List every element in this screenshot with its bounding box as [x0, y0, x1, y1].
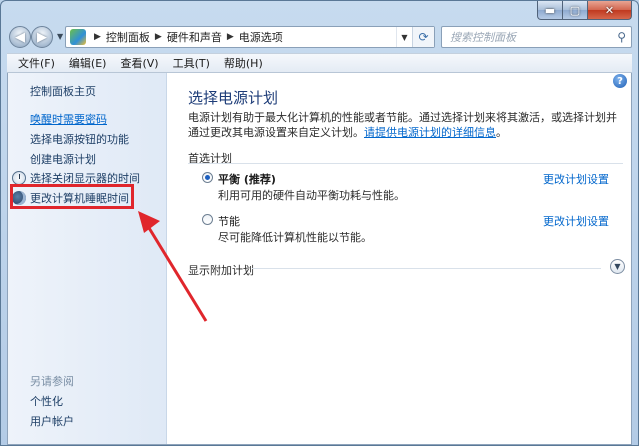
breadcrumb-chevron-icon[interactable]: ▶ — [94, 32, 101, 42]
power-button-function-link[interactable]: 选择电源按钮的功能 — [30, 131, 129, 147]
sidebar: 控制面板主页 唤醒时需要密码 选择电源按钮的功能 创建电源计划 选择关闭显示器的… — [8, 73, 167, 444]
balanced-plan-name: 平衡 (推荐) — [218, 173, 276, 186]
additional-plans-divider — [252, 268, 601, 269]
menu-help[interactable]: 帮助(H) — [217, 55, 270, 71]
power-saver-radio[interactable] — [202, 214, 213, 225]
balanced-change-settings-link[interactable]: 更改计划设置 — [543, 171, 609, 187]
back-arrow-icon: ◀ — [15, 29, 25, 45]
control-panel-window: ▬ ▢ ✕ ◀ ▶ ▼ ▶ 控制面板 ▶ 硬件和声音 ▶ 电源选项 ▼ ⟳ 搜索… — [0, 0, 639, 446]
power-saver-plan-desc: 尽可能降低计算机性能以节能。 — [218, 231, 372, 244]
page-description: 电源计划有助于最大化计算机的性能或者节能。通过选择计划来将其激活，或选择计划并通… — [188, 110, 618, 140]
back-button[interactable]: ◀ — [9, 26, 31, 48]
menu-view[interactable]: 查看(V) — [113, 55, 165, 71]
breadcrumb-power-options[interactable]: 电源选项 — [239, 29, 283, 45]
search-input[interactable]: 搜索控制面板 ⚲ — [441, 26, 632, 48]
recent-pages-dropdown-icon[interactable]: ▼ — [57, 32, 63, 41]
show-additional-plans[interactable]: 显示附加计划 — [188, 262, 254, 278]
power-saver-plan-name: 节能 — [218, 215, 240, 228]
caption-buttons: ▬ ▢ ✕ — [537, 1, 632, 20]
user-accounts-link[interactable]: 用户帐户 — [30, 413, 74, 429]
page-title: 选择电源计划 — [188, 89, 279, 107]
menu-bar: 文件(F) 编辑(E) 查看(V) 工具(T) 帮助(H) — [7, 53, 632, 73]
annotation-highlight-box — [10, 184, 134, 209]
balanced-plan-desc: 利用可用的硬件自动平衡功耗与性能。 — [218, 189, 405, 202]
menu-edit[interactable]: 编辑(E) — [62, 55, 114, 71]
search-icon[interactable]: ⚲ — [617, 30, 626, 44]
balanced-radio[interactable] — [202, 172, 213, 183]
breadcrumb-hardware-sound[interactable]: 硬件和声音 — [167, 29, 222, 45]
maximize-button[interactable]: ▢ — [563, 1, 588, 20]
menu-tools[interactable]: 工具(T) — [166, 55, 217, 71]
client-area: 控制面板主页 唤醒时需要密码 选择电源按钮的功能 创建电源计划 选择关闭显示器的… — [7, 73, 632, 445]
personalization-link[interactable]: 个性化 — [30, 393, 63, 409]
create-power-plan-link[interactable]: 创建电源计划 — [30, 151, 96, 167]
close-button[interactable]: ✕ — [588, 1, 632, 20]
refresh-icon[interactable]: ⟳ — [412, 27, 434, 47]
clock-icon — [12, 171, 26, 185]
wake-password-link[interactable]: 唤醒时需要密码 — [30, 111, 107, 127]
control-panel-icon — [70, 29, 86, 45]
plan-details-link[interactable]: 请提供电源计划的详细信息 — [364, 126, 496, 139]
minimize-button[interactable]: ▬ — [537, 1, 563, 20]
navigation-row: ◀ ▶ ▼ ▶ 控制面板 ▶ 硬件和声音 ▶ 电源选项 ▼ ⟳ 搜索控制面板 ⚲ — [7, 25, 632, 51]
main-content: ? 选择电源计划 电源计划有助于最大化计算机的性能或者节能。通过选择计划来将其激… — [168, 73, 631, 444]
description-tail: 。 — [496, 126, 507, 139]
menu-file[interactable]: 文件(F) — [11, 55, 62, 71]
preferred-plans-divider — [188, 163, 623, 164]
control-panel-home-link[interactable]: 控制面板主页 — [30, 83, 96, 99]
address-bar[interactable]: ▶ 控制面板 ▶ 硬件和声音 ▶ 电源选项 ▼ ⟳ — [65, 26, 435, 48]
help-icon[interactable]: ? — [613, 74, 627, 88]
breadcrumb-chevron-icon[interactable]: ▶ — [227, 32, 234, 42]
forward-button[interactable]: ▶ — [31, 26, 53, 48]
address-dropdown-icon[interactable]: ▼ — [396, 27, 412, 47]
search-placeholder: 搜索控制面板 — [450, 31, 516, 44]
forward-arrow-icon: ▶ — [37, 29, 47, 45]
breadcrumb-control-panel[interactable]: 控制面板 — [106, 29, 150, 45]
see-also-header: 另请参阅 — [30, 375, 74, 388]
power-saver-change-settings-link[interactable]: 更改计划设置 — [543, 213, 609, 229]
breadcrumb-chevron-icon[interactable]: ▶ — [155, 32, 162, 42]
expand-chevron-icon[interactable]: ▼ — [610, 259, 625, 274]
